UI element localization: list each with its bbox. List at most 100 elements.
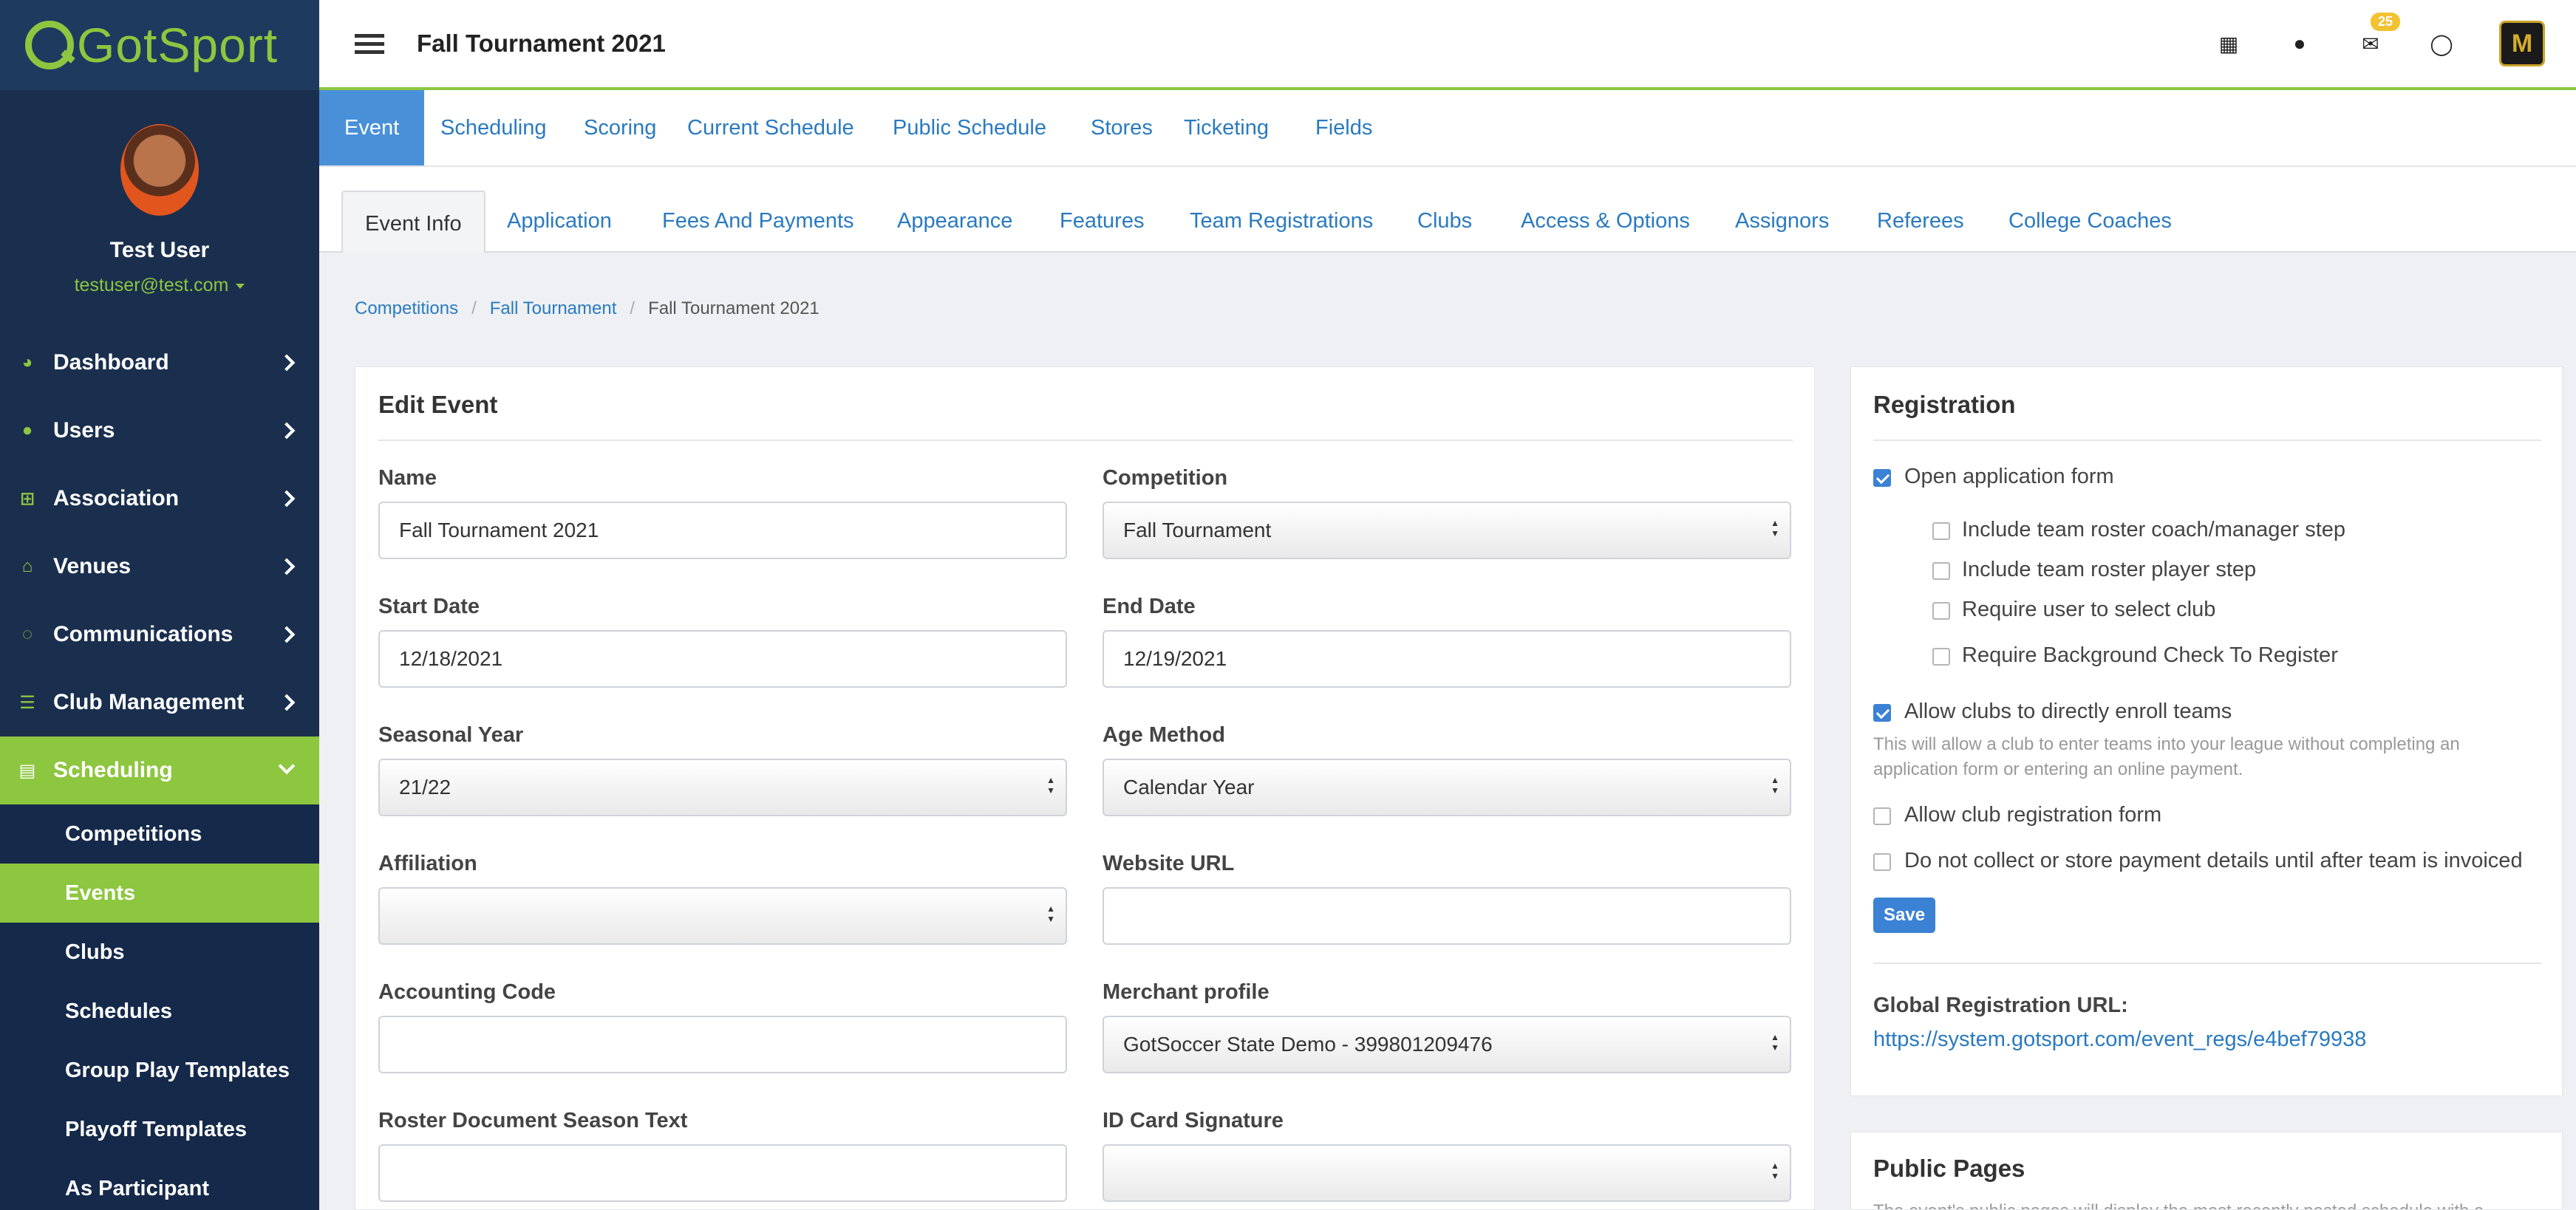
sidebar-subitem-playoff-templates[interactable]: Playoff Templates [0, 1100, 319, 1159]
chevron-right-icon [278, 626, 296, 643]
name-input[interactable]: Fall Tournament 2021 [378, 502, 1067, 559]
global-url-label: Global Registration URL: [1873, 994, 2128, 1017]
age-method-label: Age Method [1103, 723, 1225, 747]
breadcrumb-fall-tournament[interactable]: Fall Tournament [490, 298, 617, 318]
menu-toggle-icon[interactable] [355, 30, 384, 58]
top-icons: ▦ ● ✉ 25 ◯ M [2193, 0, 2576, 87]
divider [1873, 440, 2541, 441]
defer-payment-details-checkbox[interactable] [1873, 853, 1891, 871]
sidebar: GotSport Test User testuser@test.com ◕ Da… [0, 0, 319, 1210]
sidebar-subitem-clubs[interactable]: Clubs [0, 923, 319, 982]
mail-icon[interactable]: ✉ 25 [2335, 12, 2406, 56]
secondary-tabs: Event Info Application Fees And Payments… [319, 167, 2576, 253]
comments-icon: ◌ [21, 624, 33, 644]
merchant-profile-label: Merchant profile [1103, 980, 1270, 1004]
sidebar-subitem-as-participant[interactable]: As Participant [0, 1159, 319, 1210]
sidebar-item-communications[interactable]: ◌ Communications [0, 601, 319, 669]
seasonal-year-label: Seasonal Year [378, 723, 524, 747]
affiliation-label: Affiliation [378, 852, 477, 875]
breadcrumb: Competitions / Fall Tournament / Fall Tourna… [355, 298, 820, 318]
seasonal-year-select[interactable]: 21/22 [378, 759, 1067, 816]
age-method-select[interactable]: Calendar Year [1103, 759, 1791, 816]
tab-scheduling[interactable]: Scheduling [415, 90, 572, 165]
require-select-club-label: Require user to select club [1962, 598, 2216, 621]
avatar[interactable] [120, 124, 199, 216]
sidebar-item-users[interactable]: ● Users [0, 397, 319, 465]
start-date-input[interactable]: 12/18/2021 [378, 630, 1067, 688]
tab-fields[interactable]: Fields [1290, 90, 1397, 165]
sidebar-subitem-schedules[interactable]: Schedules [0, 982, 319, 1041]
allow-clubs-enroll-label: Allow clubs to directly enroll teams [1904, 700, 2232, 723]
allow-clubs-enroll-checkbox[interactable] [1873, 704, 1891, 722]
roster-player-step-checkbox[interactable] [1932, 562, 1950, 580]
primary-tabs: Event Scheduling Scoring Current Schedul… [319, 90, 2576, 167]
tab-appearance[interactable]: Appearance [897, 167, 1012, 251]
affiliation-select[interactable] [378, 887, 1067, 945]
tab-access-options[interactable]: Access & Options [1521, 167, 1690, 251]
save-button[interactable]: Save [1873, 898, 1936, 933]
sidebar-item-venues[interactable]: ⌂ Venues [0, 533, 319, 601]
qr-code-icon[interactable]: ▦ [2193, 32, 2264, 56]
tab-college-coaches[interactable]: College Coaches [2008, 167, 2172, 251]
merchant-profile-select[interactable]: GotSoccer State Demo - 399801209476 [1103, 1016, 1791, 1073]
breadcrumb-current: Fall Tournament 2021 [648, 298, 820, 318]
sidebar-item-dashboard[interactable]: ◕ Dashboard [0, 329, 319, 397]
sidebar-item-label: Venues [53, 554, 132, 578]
website-url-input[interactable] [1103, 887, 1791, 945]
chat-icon[interactable]: ◯ [2406, 32, 2477, 56]
calendar-list-icon: ▤ [18, 760, 36, 781]
global-url-link[interactable]: https://system.gotsport.com/event_regs/e… [1873, 1028, 2366, 1052]
accounting-code-label: Accounting Code [378, 980, 556, 1004]
tab-team-registrations[interactable]: Team Registrations [1190, 167, 1373, 251]
divider [1873, 963, 2541, 964]
sidebar-item-label: Communications [53, 622, 234, 646]
gotsport-logo-icon [25, 21, 74, 69]
sidebar-subitem-events[interactable]: Events [0, 864, 319, 923]
require-background-check-checkbox[interactable] [1932, 648, 1950, 666]
sidebar-item-scheduling[interactable]: ▤ Scheduling [0, 736, 319, 804]
roster-doc-season-label: Roster Document Season Text [378, 1109, 688, 1132]
sidebar-subitem-group-play-templates[interactable]: Group Play Templates [0, 1041, 319, 1100]
divider [378, 440, 1793, 441]
sidebar-item-association[interactable]: ⊞ Association [0, 465, 319, 533]
allow-club-registration-checkbox[interactable] [1873, 807, 1891, 825]
competition-select[interactable]: Fall Tournament [1103, 502, 1791, 559]
tab-current-schedule[interactable]: Current Schedule [662, 90, 879, 165]
sidebar-item-label: Association [53, 486, 180, 510]
chevron-right-icon [278, 694, 296, 711]
user-icon[interactable]: ● [2264, 32, 2335, 55]
sidebar-item-club-management[interactable]: ☰ Club Management [0, 669, 319, 736]
require-select-club-checkbox[interactable] [1932, 602, 1950, 620]
user-email-dropdown[interactable]: testuser@test.com [0, 275, 319, 296]
roster-player-step-label: Include team roster player step [1962, 558, 2257, 581]
roster-coach-step-label: Include team roster coach/manager step [1962, 518, 2346, 541]
tab-assignors[interactable]: Assignors [1735, 167, 1829, 251]
open-application-form-checkbox[interactable] [1873, 469, 1891, 487]
roster-doc-season-input[interactable] [378, 1144, 1067, 1202]
accounting-code-input[interactable] [378, 1016, 1067, 1073]
home-icon: ⌂ [21, 556, 33, 576]
name-label: Name [378, 466, 437, 490]
page-title: Fall Tournament 2021 [417, 30, 666, 57]
brand-logo[interactable]: GotSport [0, 0, 319, 90]
tab-features[interactable]: Features [1060, 167, 1144, 251]
end-date-input[interactable]: 12/19/2021 [1103, 630, 1791, 688]
breadcrumb-competitions[interactable]: Competitions [355, 298, 458, 318]
tab-clubs[interactable]: Clubs [1417, 167, 1472, 251]
tab-event-info[interactable]: Event Info [341, 191, 485, 253]
tab-ticketing[interactable]: Ticketing [1159, 90, 1294, 165]
sidebar-item-label: Users [53, 418, 115, 442]
list-icon: ☰ [19, 692, 35, 713]
end-date-label: End Date [1103, 595, 1196, 618]
org-logo[interactable]: M [2499, 21, 2545, 66]
roster-coach-step-checkbox[interactable] [1932, 522, 1950, 540]
tab-application[interactable]: Application [507, 167, 612, 251]
tab-referees[interactable]: Referees [1877, 167, 1964, 251]
tab-event[interactable]: Event [319, 90, 425, 165]
sidebar-subitem-competitions[interactable]: Competitions [0, 804, 319, 864]
website-url-label: Website URL [1103, 852, 1235, 875]
id-card-signature-select[interactable] [1103, 1144, 1791, 1202]
panel-title: Public Pages [1873, 1155, 2025, 1182]
tab-public-schedule[interactable]: Public Schedule [868, 90, 1071, 165]
tab-fees-and-payments[interactable]: Fees And Payments [662, 167, 854, 251]
